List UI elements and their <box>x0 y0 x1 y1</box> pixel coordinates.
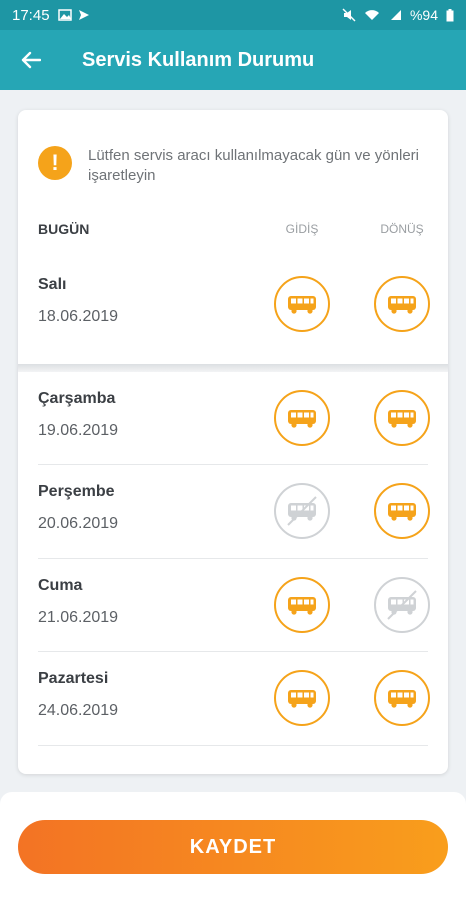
bus-icon <box>388 410 416 428</box>
day-date: 20.06.2019 <box>38 515 119 532</box>
battery-icon <box>446 8 454 21</box>
app-bar: Servis Kullanım Durumu <box>0 30 466 90</box>
status-time: 17:45 <box>12 6 50 24</box>
battery-percent: %94 <box>409 7 438 23</box>
bus-icon <box>288 296 316 314</box>
go-toggle[interactable] <box>274 276 330 332</box>
day-name: Cuma <box>38 577 83 594</box>
return-toggle[interactable] <box>374 483 430 539</box>
go-toggle[interactable] <box>274 670 330 726</box>
return-toggle[interactable] <box>374 390 430 446</box>
return-toggle[interactable] <box>374 276 430 332</box>
day-date: 24.06.2019 <box>38 702 119 719</box>
bus-icon <box>288 690 316 708</box>
mute-icon <box>342 8 356 22</box>
bus-icon <box>388 296 416 314</box>
warning-icon: ! <box>38 146 72 180</box>
bus-icon <box>388 503 416 521</box>
back-arrow-icon <box>21 51 41 69</box>
status-notification-icons <box>57 9 90 21</box>
bus-icon <box>288 410 316 428</box>
page-title: Servis Kullanım Durumu <box>82 48 315 71</box>
notice: ! Lütfen servis aracı kullanılmayacak gü… <box>38 146 428 186</box>
bus-icon <box>288 597 316 615</box>
return-toggle[interactable] <box>374 670 430 726</box>
day-date: 19.06.2019 <box>38 422 119 439</box>
day-name: Salı <box>38 276 67 293</box>
row-divider <box>38 745 428 746</box>
day-name: Çarşamba <box>38 390 116 407</box>
go-toggle[interactable] <box>274 483 330 539</box>
list-item: Cuma 21.06.2019 <box>38 559 430 653</box>
go-toggle[interactable] <box>274 577 330 633</box>
bus-icon <box>388 690 416 708</box>
gallery-icon <box>57 9 72 21</box>
wifi-icon <box>364 10 379 20</box>
list-item: Pazartesi 24.06.2019 <box>38 652 430 746</box>
notice-text: Lütfen servis aracı kullanılmayacak gün … <box>88 147 419 184</box>
list-item: Perşembe 20.06.2019 <box>38 465 430 559</box>
bus-disabled-icon <box>287 496 317 526</box>
section-divider <box>18 364 448 372</box>
go-toggle[interactable] <box>274 390 330 446</box>
signal-icon <box>390 10 401 20</box>
status-bar: 17:45 %94 <box>0 0 466 30</box>
send-icon <box>78 10 89 20</box>
list-item: Çarşamba 19.06.2019 <box>38 372 430 466</box>
day-name: Perşembe <box>38 483 115 500</box>
save-button[interactable]: KAYDET <box>18 820 448 874</box>
bus-disabled-icon <box>387 590 417 620</box>
today-row: Salı 18.06.2019 <box>38 258 430 352</box>
schedule-card: ! Lütfen servis aracı kullanılmayacak gü… <box>18 110 448 774</box>
back-button[interactable] <box>0 30 62 90</box>
return-toggle[interactable] <box>374 577 430 633</box>
today-header: BUGÜN <box>38 221 90 237</box>
day-name: Pazartesi <box>38 670 109 687</box>
go-column-header: GİDİŞ <box>285 222 319 236</box>
day-date: 21.06.2019 <box>38 609 119 626</box>
return-column-header: DÖNÜŞ <box>380 222 424 236</box>
day-date: 18.06.2019 <box>38 308 119 325</box>
table-header: BUGÜN GİDİŞ DÖNÜŞ <box>38 218 438 240</box>
